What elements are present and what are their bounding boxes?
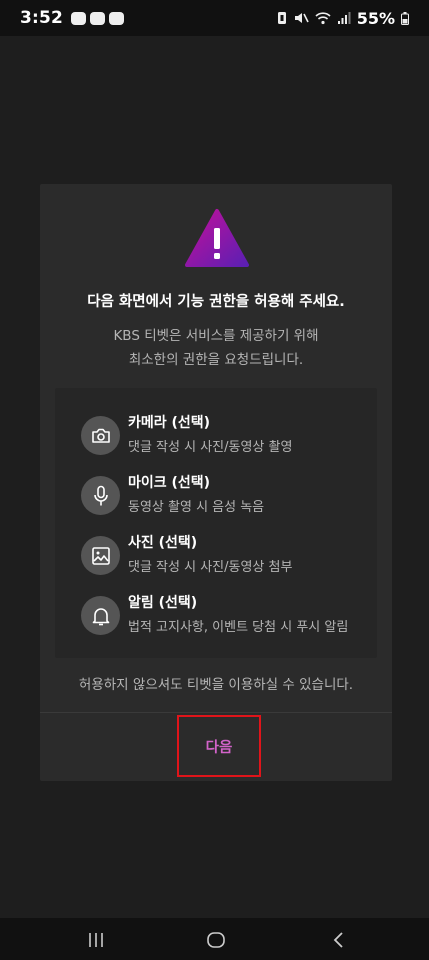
permission-name: 카메라 (선택): [128, 415, 211, 431]
signal-icon: [337, 12, 351, 24]
optional-note: 허용하지 않으셔도 티벳을 이용하실 수 있습니다.: [78, 677, 354, 693]
recent-apps-button[interactable]: [84, 930, 108, 950]
battery-saver-icon: [277, 12, 286, 24]
back-button[interactable]: [327, 930, 351, 950]
home-button[interactable]: [204, 930, 228, 950]
permission-item-microphone: 마이크 (선택) 동영상 촬영 시 음성 녹음: [81, 470, 371, 526]
permission-desc: 댓글 작성 시 사진/동영상 첨부: [128, 560, 293, 575]
permission-list: 카메라 (선택) 댓글 작성 시 사진/동영상 촬영 마이크 (선택) 동영상 …: [55, 388, 377, 658]
talk-notification-icon: [71, 11, 87, 25]
app-screen: 다음 화면에서 기능 권한을 허용해 주세요. KBS 티벳은 서비스를 제공하…: [0, 36, 429, 918]
status-time: 3:52: [20, 8, 64, 28]
system-nav-bar: [0, 918, 429, 960]
battery-icon: [401, 11, 409, 25]
dialog-subtitle: KBS 티벳은 서비스를 제공하기 위해 최소한의 권한을 요청드립니다.: [40, 324, 392, 372]
permission-name: 사진 (선택): [128, 535, 198, 551]
divider: [40, 712, 392, 713]
chat-notification-icon: [109, 11, 125, 25]
status-bar: 3:52 55%: [0, 0, 429, 36]
subtitle-line: KBS 티벳은 서비스를 제공하기 위해: [113, 328, 319, 344]
back-icon: [333, 932, 343, 948]
gallery-notification-icon: [90, 11, 106, 25]
warning-icon: [185, 209, 249, 267]
microphone-icon: [81, 476, 120, 515]
permission-desc: 법적 고지사항, 이벤트 당첨 시 푸시 알림: [128, 620, 349, 635]
permission-desc: 동영상 촬영 시 음성 녹음: [128, 500, 265, 515]
permission-item-camera: 카메라 (선택) 댓글 작성 시 사진/동영상 촬영: [81, 410, 371, 466]
mute-icon: [294, 13, 309, 23]
photo-icon: [81, 536, 120, 575]
recent-apps-icon: [89, 933, 103, 947]
next-button[interactable]: 다음: [177, 715, 261, 777]
permission-name: 마이크 (선택): [128, 475, 211, 491]
subtitle-line: 최소한의 권한을 요청드립니다.: [128, 352, 304, 368]
bell-icon: [81, 596, 120, 635]
camera-icon: [81, 416, 120, 455]
permission-item-photo: 사진 (선택) 댓글 작성 시 사진/동영상 첨부: [81, 530, 371, 586]
dialog-title: 다음 화면에서 기능 권한을 허용해 주세요.: [87, 294, 345, 310]
wifi-icon: [315, 12, 331, 25]
battery-percentage: 55%: [356, 8, 395, 28]
home-icon: [207, 932, 225, 948]
permission-item-notification: 알림 (선택) 법적 고지사항, 이벤트 당첨 시 푸시 알림: [81, 590, 371, 646]
permission-name: 알림 (선택): [128, 595, 198, 611]
permission-desc: 댓글 작성 시 사진/동영상 촬영: [128, 440, 293, 455]
permission-dialog: 다음 화면에서 기능 권한을 허용해 주세요. KBS 티벳은 서비스를 제공하…: [40, 184, 392, 781]
